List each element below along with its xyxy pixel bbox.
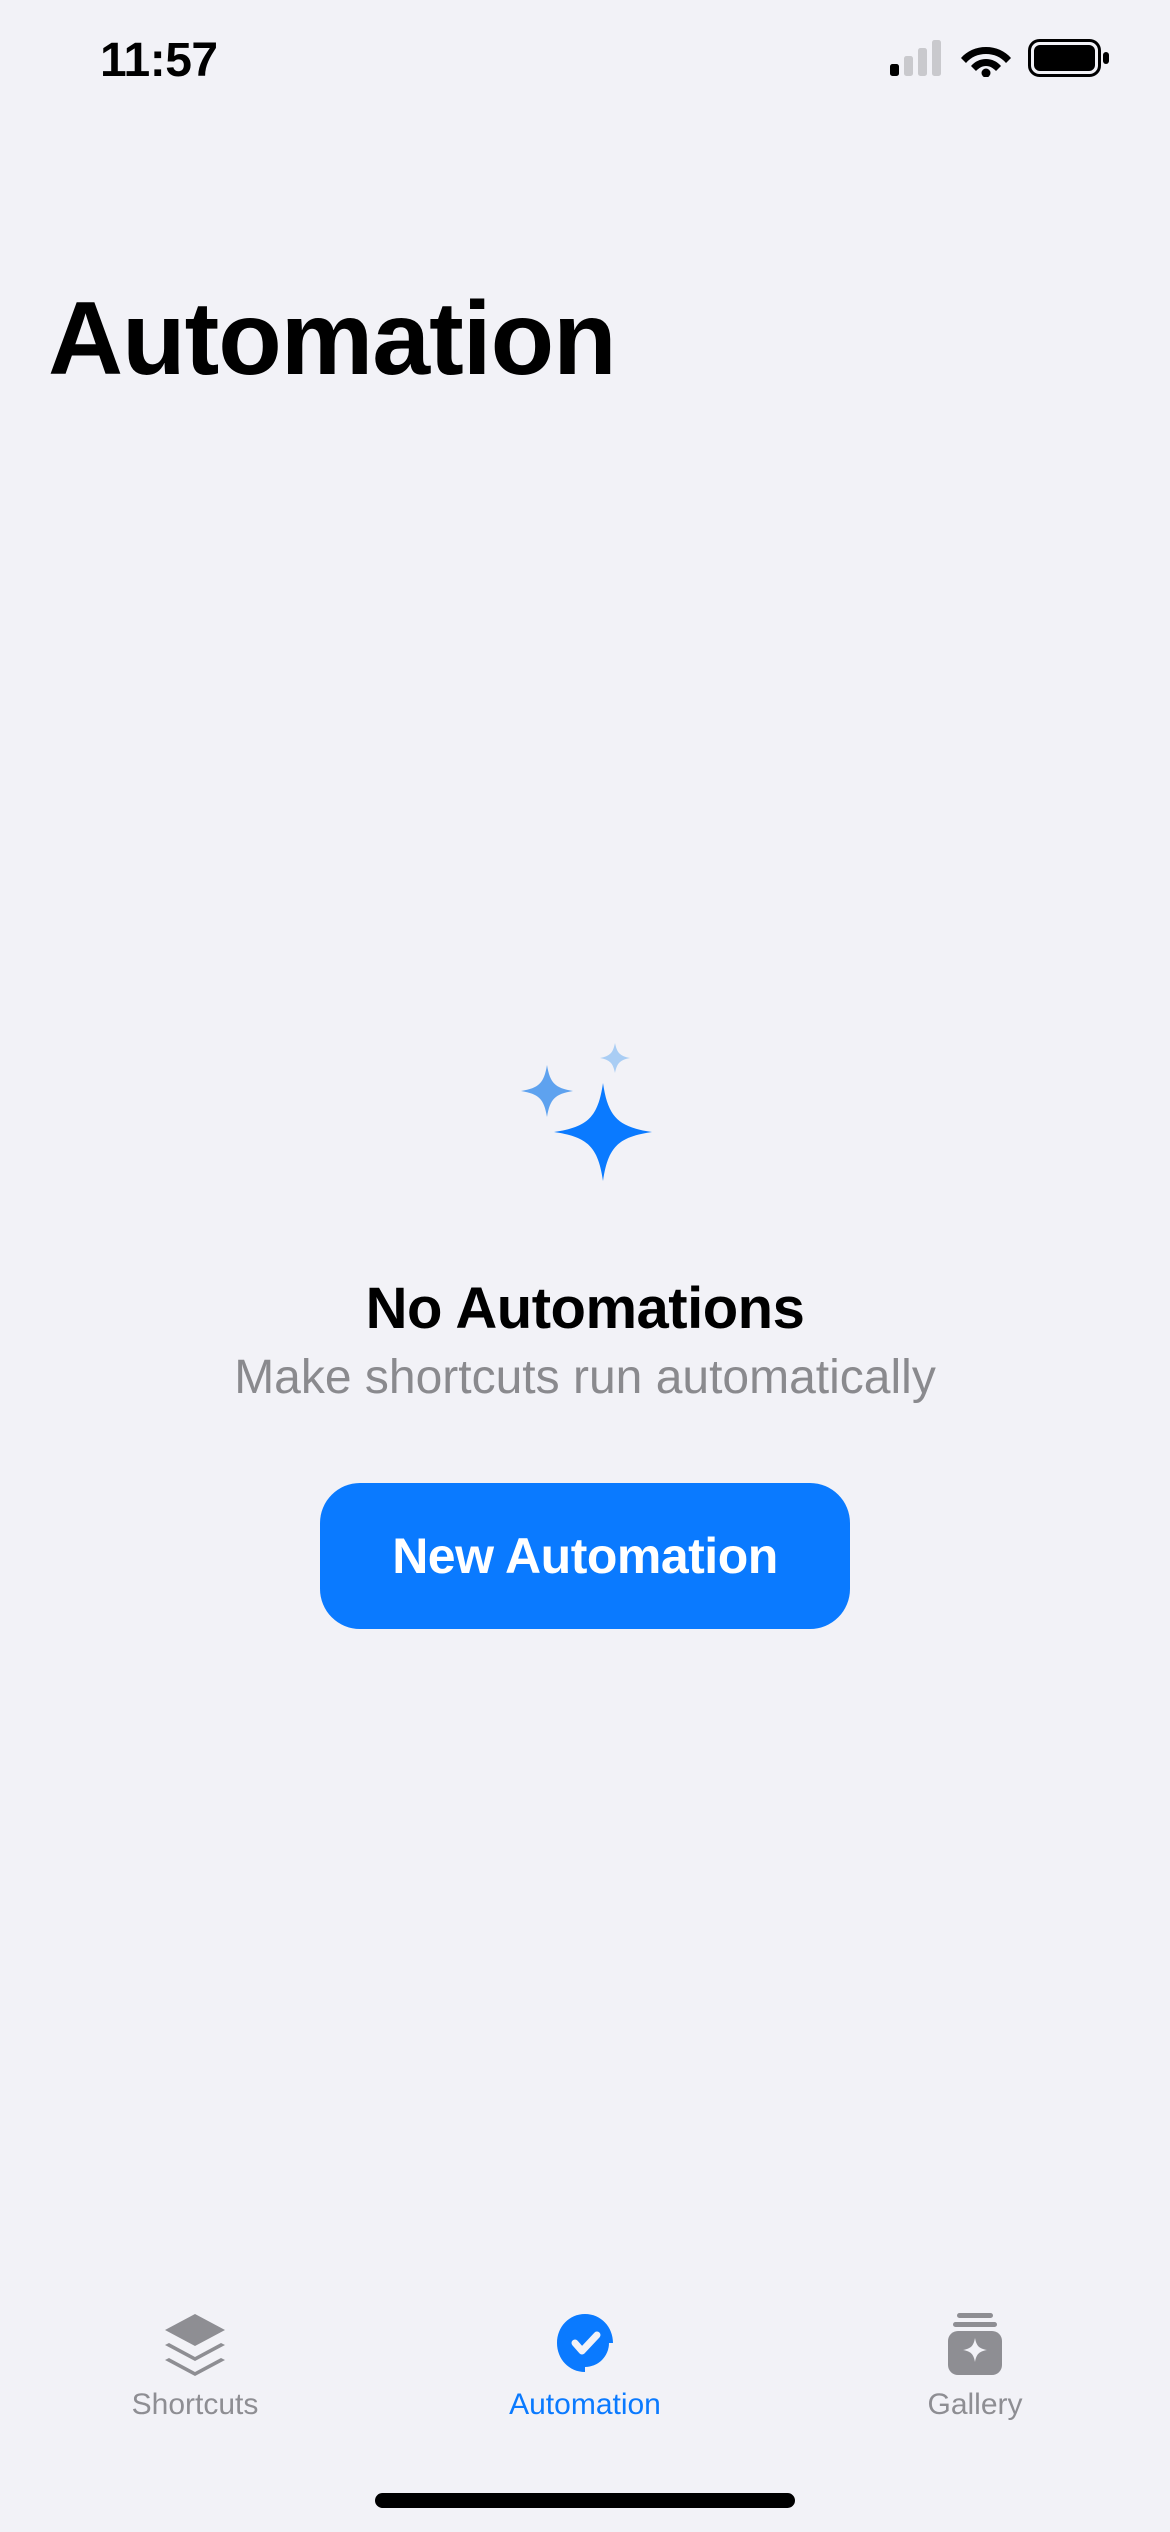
home-indicator[interactable]: [375, 2493, 795, 2508]
wifi-icon: [960, 39, 1012, 82]
tab-label: Gallery: [927, 2388, 1022, 2422]
layers-icon: [157, 2310, 233, 2376]
cellular-signal-icon: [890, 40, 944, 81]
tab-label: Shortcuts: [132, 2388, 259, 2422]
automation-icon: [547, 2310, 623, 2376]
tab-automation[interactable]: Automation: [390, 2310, 780, 2422]
empty-state-subtitle: Make shortcuts run automatically: [234, 1350, 936, 1405]
empty-state-title: No Automations: [366, 1275, 805, 1342]
status-bar: 11:57: [0, 0, 1170, 120]
gallery-icon: [937, 2310, 1013, 2376]
new-automation-button[interactable]: New Automation: [320, 1483, 850, 1629]
status-indicators: [890, 39, 1110, 82]
sparkle-icon: [500, 1035, 670, 1205]
status-time: 11:57: [100, 33, 218, 88]
tab-shortcuts[interactable]: Shortcuts: [0, 2310, 390, 2422]
tab-label: Automation: [509, 2388, 661, 2422]
page-title: Automation: [48, 280, 616, 399]
empty-state: No Automations Make shortcuts run automa…: [0, 1035, 1170, 1629]
tab-gallery[interactable]: Gallery: [780, 2310, 1170, 2422]
battery-icon: [1028, 39, 1110, 82]
